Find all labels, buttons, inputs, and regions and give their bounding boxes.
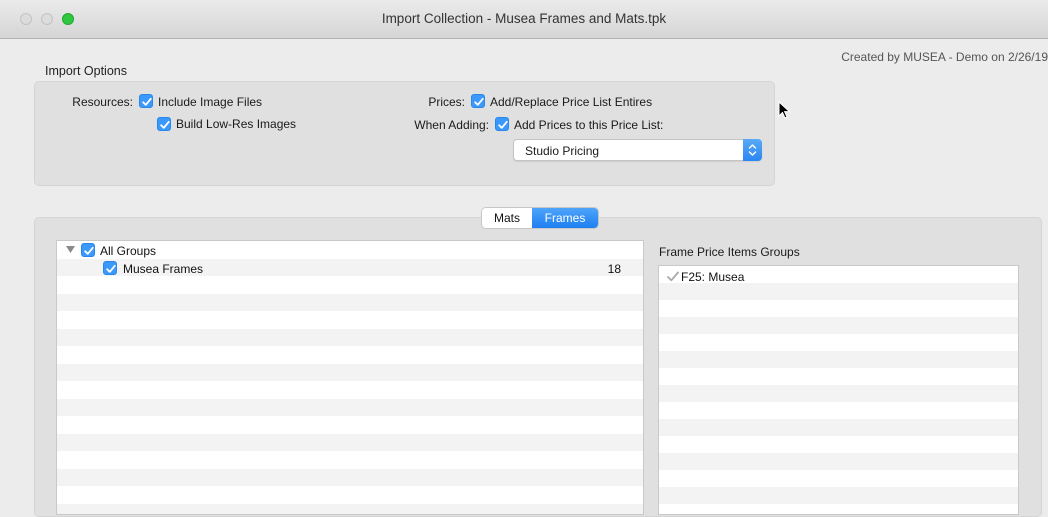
disclosure-triangle-icon[interactable] [66,246,75,254]
frame-price-items-header: Frame Price Items Groups [659,245,800,259]
groups-tree-list[interactable]: All Groups Musea Frames 18 [56,240,644,515]
checkmark-icon [106,264,116,273]
checkmark-icon [160,120,170,129]
mats-frames-segmented-control: Mats Frames [481,207,599,229]
checkmark-icon [667,271,679,282]
window-title: Import Collection - Musea Frames and Mat… [381,11,667,26]
add-prices-to-list-label[interactable]: Add Prices to this Price List: [514,118,663,132]
build-low-res-images-label[interactable]: Build Low-Res Images [176,117,296,131]
build-low-res-images-checkbox[interactable] [157,117,171,131]
title-bar: Import Collection - Musea Frames and Mat… [0,0,1048,39]
prices-label: Prices: [428,95,465,109]
list-item[interactable]: F25: Musea [659,268,1018,285]
select-stepper-icon [743,139,762,161]
add-prices-to-list-checkbox[interactable] [495,117,509,131]
include-image-files-checkbox[interactable] [139,94,153,108]
frame-price-items-list[interactable]: F25: Musea [658,265,1019,515]
mouse-pointer-icon [778,101,791,119]
checkmark-icon [84,246,94,255]
include-image-files-label[interactable]: Include Image Files [158,95,262,109]
checkmark-icon [474,97,484,106]
tree-row-label: All Groups [100,244,157,258]
tree-row-all-groups[interactable]: All Groups [57,242,643,259]
price-list-select[interactable]: Studio Pricing [513,139,762,161]
tab-frames[interactable]: Frames [532,208,598,228]
price-list-selected-value: Studio Pricing [525,144,600,158]
resources-label: Resources: [72,95,133,109]
musea-frames-checkbox[interactable] [103,261,117,275]
tree-row-musea-frames[interactable]: Musea Frames 18 [57,260,643,277]
created-by-text: Created by MUSEA - Demo on 2/26/19 [841,50,1048,64]
list-item-label: F25: Musea [681,270,745,284]
checkmark-icon [498,120,508,129]
tree-row-count: 18 [607,262,621,276]
when-adding-label: When Adding: [414,118,489,132]
tree-row-label: Musea Frames [123,262,204,276]
import-options-title: Import Options [45,64,127,78]
add-replace-price-list-label[interactable]: Add/Replace Price List Entires [490,95,652,109]
checkmark-icon [142,97,152,106]
tab-mats[interactable]: Mats [482,208,532,228]
add-replace-price-list-checkbox[interactable] [471,94,485,108]
all-groups-checkbox[interactable] [81,243,95,257]
